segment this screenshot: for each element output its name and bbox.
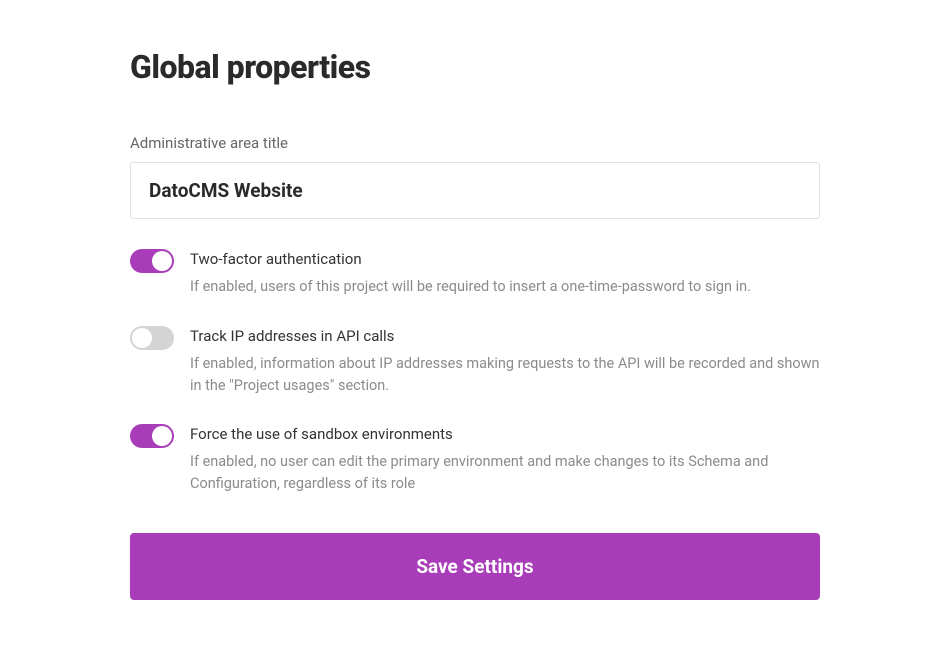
sandbox-title: Force the use of sandbox environments xyxy=(190,424,820,445)
page-title: Global properties xyxy=(130,48,820,86)
save-settings-button[interactable]: Save Settings xyxy=(130,533,820,600)
sandbox-row: Force the use of sandbox environments If… xyxy=(130,424,820,495)
two-factor-title: Two-factor authentication xyxy=(190,249,820,270)
two-factor-description: If enabled, users of this project will b… xyxy=(190,276,820,298)
sandbox-toggle[interactable] xyxy=(130,424,174,448)
sandbox-description: If enabled, no user can edit the primary… xyxy=(190,451,820,495)
track-ip-description: If enabled, information about IP address… xyxy=(190,353,820,397)
admin-title-input[interactable] xyxy=(130,162,820,219)
toggle-knob-icon xyxy=(132,328,152,348)
track-ip-toggle[interactable] xyxy=(130,326,174,350)
track-ip-text: Track IP addresses in API calls If enabl… xyxy=(190,326,820,397)
two-factor-toggle[interactable] xyxy=(130,249,174,273)
track-ip-row: Track IP addresses in API calls If enabl… xyxy=(130,326,820,397)
sandbox-text: Force the use of sandbox environments If… xyxy=(190,424,820,495)
toggle-knob-icon xyxy=(152,426,172,446)
two-factor-row: Two-factor authentication If enabled, us… xyxy=(130,249,820,298)
toggle-knob-icon xyxy=(152,251,172,271)
admin-title-label: Administrative area title xyxy=(130,134,820,152)
track-ip-title: Track IP addresses in API calls xyxy=(190,326,820,347)
two-factor-text: Two-factor authentication If enabled, us… xyxy=(190,249,820,298)
